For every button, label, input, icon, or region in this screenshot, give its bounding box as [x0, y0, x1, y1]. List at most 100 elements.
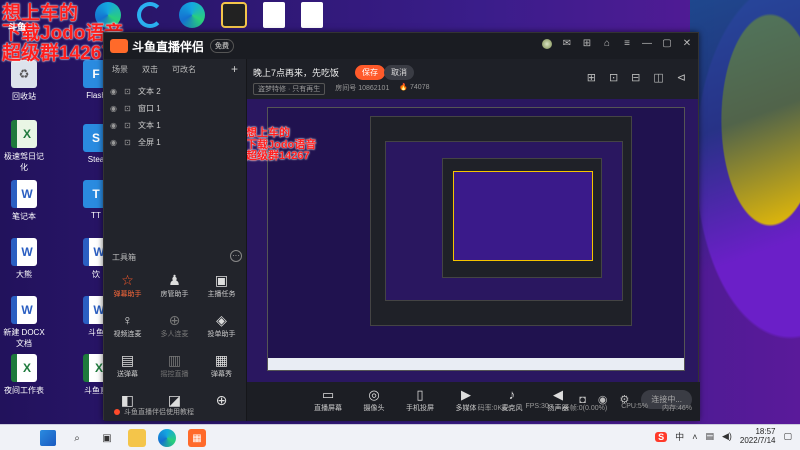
top-desktop-row: [95, 2, 323, 28]
scene-tabs: 场景 双击 可改名 +: [104, 59, 246, 79]
tool-room-admin[interactable]: ♟ 房管助手: [151, 271, 198, 299]
lock-icon[interactable]: ⊡: [124, 104, 132, 113]
tutorial-link[interactable]: 斗鱼直播伴侣使用教程: [104, 407, 247, 417]
tool-multi-link[interactable]: ⊕ 多人连麦: [151, 311, 198, 339]
more-icon[interactable]: ···: [230, 250, 242, 262]
desktop-icon[interactable]: W 笔记本: [2, 180, 46, 222]
add-scene-icon[interactable]: +: [231, 62, 238, 76]
search-icon[interactable]: ⌕: [68, 429, 86, 447]
lock-icon[interactable]: ⊡: [124, 87, 132, 96]
toolbox-header: 工具箱 ···: [112, 250, 242, 263]
file-explorer-icon[interactable]: [128, 429, 146, 447]
app-titlebar: 斗鱼直播伴侣 免费 ✉ ⊞ ⌂ ≡ — ▢ ✕: [104, 33, 698, 59]
document-icon[interactable]: [263, 2, 285, 28]
download-icon: ▥: [167, 352, 182, 368]
fps-status: FPS:30: [525, 403, 549, 410]
user-avatar[interactable]: [542, 39, 552, 49]
room-id: 10862101: [358, 85, 390, 92]
menu-icon[interactable]: ≡: [622, 39, 632, 49]
eye-icon[interactable]: ◉: [110, 87, 118, 96]
volume-icon[interactable]: ◀): [722, 431, 732, 442]
room-info: 房间号 10862101: [335, 83, 389, 95]
task-icon: ▣: [214, 272, 229, 288]
source-label: 文本 2: [138, 87, 161, 96]
bitrate-status: 码率:0Kb/s: [477, 405, 512, 412]
category-tag[interactable]: 盗梦特修 · 只有再生: [253, 83, 326, 95]
desktop-icon-label: 回收站: [12, 92, 36, 101]
tool-label: 主播任务: [207, 291, 236, 298]
window-controls: ✉ ⊞ ⌂ ≡ — ▢ ✕: [542, 39, 692, 49]
nested-preview: [453, 171, 593, 261]
stream-title-input[interactable]: 晚上7点再来，先吃饭: [253, 66, 339, 79]
sogou-ime-icon[interactable]: S: [655, 431, 668, 442]
excel-file-icon: X: [11, 120, 37, 148]
maximize-icon[interactable]: ▢: [662, 39, 672, 49]
desktop-icon[interactable]: W 大熊: [2, 238, 46, 280]
lock-icon[interactable]: ⊡: [124, 121, 132, 130]
network-icon[interactable]: ▤: [705, 431, 714, 442]
unlock-icon[interactable]: ⊡: [609, 71, 618, 84]
nested-taskbar: [268, 358, 684, 370]
desktop-icon[interactable]: X 极速驾日记化: [2, 120, 46, 173]
cancel-button[interactable]: 取消: [384, 65, 414, 80]
scene-tab[interactable]: 场景: [112, 64, 128, 75]
stream-preview[interactable]: 想上车的 下载Jodo语音 超级群14267: [247, 99, 698, 382]
windows-taskbar: ⌕ ▣ ▦ S 中 ˄ ▤ ◀) 18:57 2022/7/14 ▢: [0, 424, 800, 450]
word-file-icon: W: [11, 180, 37, 208]
stream-info-bar: 晚上7点再来，先吃饭 保存 取消 盗梦特修 · 只有再生 房间号 1086210…: [247, 59, 700, 99]
bag-icon[interactable]: ⊟: [631, 71, 640, 84]
grid-icon[interactable]: ⊞: [587, 71, 596, 84]
refresh-app-icon[interactable]: [137, 2, 163, 28]
desktop-icon[interactable]: W 新建 DOCX 文档: [2, 296, 46, 349]
camera-icon[interactable]: ◫: [653, 71, 663, 84]
tool-order-helper[interactable]: ◈ 投单助手: [198, 311, 245, 339]
eye-icon[interactable]: ◉: [110, 138, 118, 147]
tool-remote-live[interactable]: ▥ 摇控直播: [151, 351, 198, 379]
desktop-icon[interactable]: ♻ 回收站: [2, 60, 46, 102]
source-item[interactable]: ◉ ⊡ 文本 2: [104, 83, 246, 100]
game-app-icon[interactable]: [221, 2, 247, 28]
ime-indicator[interactable]: 中: [675, 430, 684, 443]
source-item[interactable]: ◉ ⊡ 全屏 1: [104, 134, 246, 151]
douyu-watermark: 斗鱼: [8, 22, 27, 32]
eye-icon[interactable]: ◉: [110, 104, 118, 113]
document-icon[interactable]: [301, 2, 323, 28]
save-button[interactable]: 保存: [355, 65, 385, 80]
close-icon[interactable]: ✕: [682, 39, 692, 49]
show-icon: ▦: [214, 352, 229, 368]
task-view-icon[interactable]: ▣: [98, 429, 116, 447]
edge-browser-icon[interactable]: [158, 429, 176, 447]
tool-video-link[interactable]: ♀ 视频连麦: [104, 311, 151, 339]
mail-icon[interactable]: ✉: [562, 39, 572, 49]
eye-icon[interactable]: ◉: [110, 121, 118, 130]
hot-value: 74078: [410, 84, 430, 91]
system-clock[interactable]: 18:57 2022/7/14: [740, 427, 776, 446]
scene-tab[interactable]: 双击: [142, 64, 158, 75]
excel-file-icon: X: [11, 354, 37, 382]
notification-icon[interactable]: ▢: [783, 431, 792, 442]
douyu-taskbar-icon[interactable]: ▦: [188, 429, 206, 447]
minimize-icon[interactable]: —: [642, 39, 652, 49]
tool-danmu-helper[interactable]: ☆ 弹幕助手: [104, 271, 151, 299]
tool-danmu-show[interactable]: ▦ 弹幕秀: [198, 351, 245, 379]
chevron-up-icon[interactable]: ˄: [692, 432, 697, 442]
lock-icon[interactable]: ⊡: [124, 138, 132, 147]
nested-app-window: [370, 116, 632, 326]
share-icon[interactable]: ⊲: [677, 71, 686, 84]
gift-icon[interactable]: ⊞: [582, 39, 592, 49]
tool-host-tasks[interactable]: ▣ 主播任务: [198, 271, 245, 299]
tool-send-danmu[interactable]: ▤ 送弹幕: [104, 351, 151, 379]
source-item[interactable]: ◉ ⊡ 窗口 1: [104, 100, 246, 117]
brand-badge[interactable]: 免费: [210, 39, 235, 53]
desktop-icon-label: 极速驾日记化: [4, 152, 44, 172]
shirt-icon[interactable]: ⌂: [602, 39, 612, 49]
desktop-icon[interactable]: X 夜间工作表: [2, 354, 46, 396]
windows-start-icon[interactable]: [40, 430, 56, 446]
scene-tab[interactable]: 可改名: [172, 64, 196, 75]
phone-icon: ▯: [416, 387, 424, 402]
edge-browser-icon[interactable]: [179, 2, 205, 28]
overlay-line: 超级群14267: [247, 150, 310, 163]
source-item[interactable]: ◉ ⊡ 文本 1: [104, 117, 246, 134]
admin-icon: ♟: [168, 272, 181, 288]
microphone-icon: ♪: [508, 387, 516, 402]
